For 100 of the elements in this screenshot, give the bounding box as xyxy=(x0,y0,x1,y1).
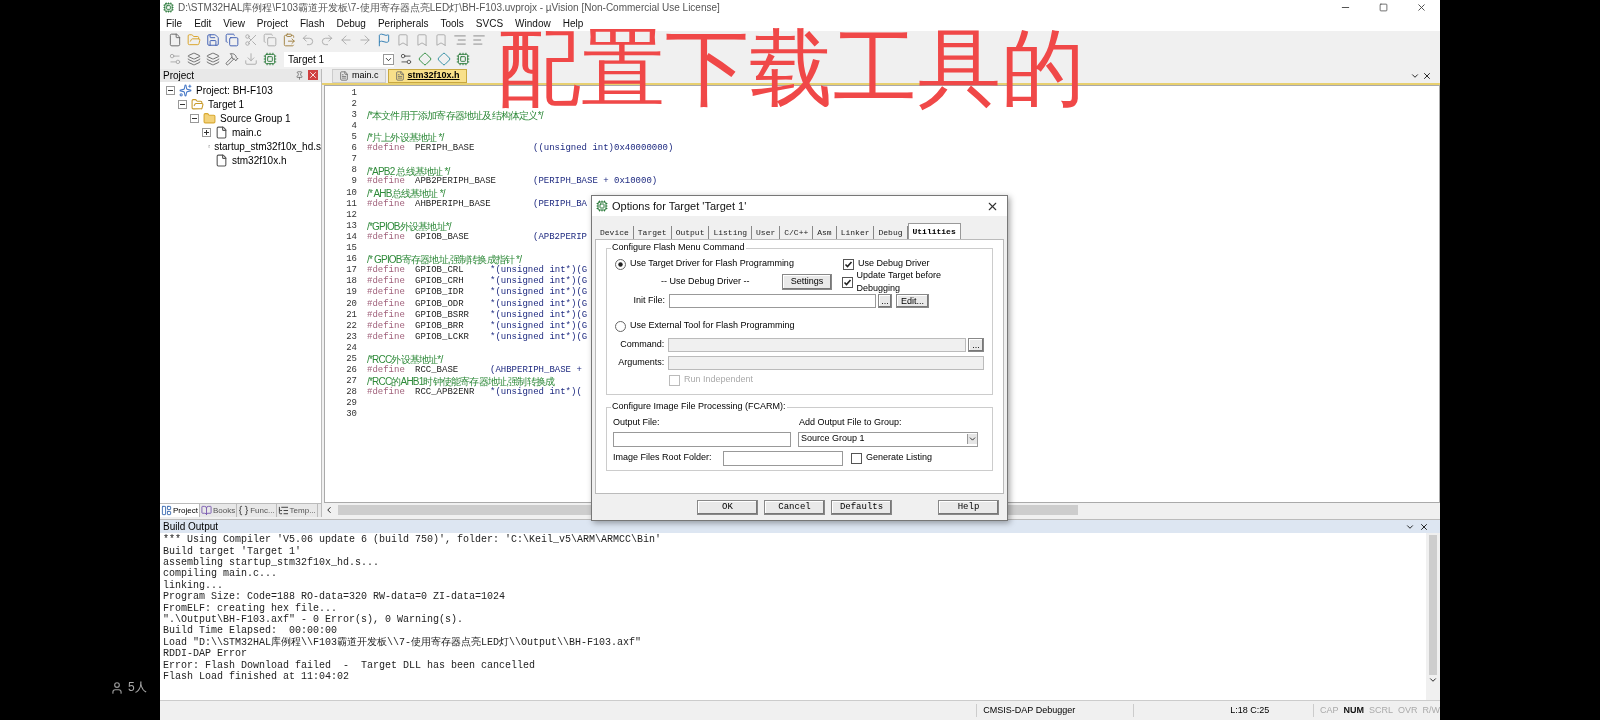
browse-button[interactable]: ... xyxy=(968,337,984,352)
status-indicator: R/W xyxy=(1422,703,1440,717)
scroll-left-icon[interactable] xyxy=(324,505,334,516)
checkbox[interactable] xyxy=(841,276,853,288)
hammer-icon[interactable] xyxy=(225,52,239,67)
panel-title: Build Output xyxy=(163,520,220,534)
radio-button[interactable] xyxy=(615,320,626,332)
redo-icon[interactable] xyxy=(320,33,334,48)
line-number: 18 xyxy=(345,275,358,288)
line-number: 21 xyxy=(345,308,358,322)
checkbox[interactable] xyxy=(851,452,862,464)
option-label: Use Target Driver for Flash Programming xyxy=(630,257,794,271)
maximize-icon[interactable] xyxy=(1379,3,1388,13)
chip-icon[interactable] xyxy=(263,52,277,67)
flag-icon[interactable] xyxy=(377,33,391,48)
tree-item[interactable]: main.c xyxy=(232,125,262,141)
panel-tab[interactable]: Project xyxy=(160,504,200,518)
collapse-icon[interactable] xyxy=(166,86,175,96)
edit-button[interactable]: Edit... xyxy=(896,294,929,308)
menu-item[interactable]: File xyxy=(166,16,183,31)
editor-tab[interactable]: main.c xyxy=(332,68,386,83)
line-number: 16 xyxy=(345,253,358,266)
code-identifier: RCC_APB2ENR xyxy=(415,387,476,400)
dialog-button[interactable]: Cancel xyxy=(764,499,825,515)
code-value: (PERIPH_BASE + 0x10000) xyxy=(533,175,658,189)
chip-icon[interactable] xyxy=(456,52,470,67)
indent-icon[interactable] xyxy=(453,33,467,48)
dialog-button[interactable]: Defaults xyxy=(831,499,892,515)
dialog-button[interactable]: Help xyxy=(938,499,999,515)
project-icon xyxy=(161,505,172,517)
tree-item[interactable]: Target 1 xyxy=(208,97,245,113)
menu-item[interactable]: SVCS xyxy=(475,16,504,31)
line-number: 25 xyxy=(345,352,358,366)
code-identifier: GPIOB_CRL xyxy=(415,265,465,277)
expand-icon[interactable] xyxy=(202,128,211,138)
new-file-icon[interactable] xyxy=(168,33,182,48)
undo-icon[interactable] xyxy=(301,33,315,48)
menu-item[interactable]: Debug xyxy=(336,16,366,31)
save-icon[interactable] xyxy=(206,33,220,48)
group-title: Configure Flash Menu Command xyxy=(611,243,746,252)
open-folder-icon[interactable] xyxy=(187,33,201,48)
code-identifier: GPIOB_IDR xyxy=(415,286,465,300)
code-keyword: #define xyxy=(367,386,406,400)
menu-item[interactable]: Tools xyxy=(440,16,464,31)
target-select[interactable]: Target 1 xyxy=(284,51,394,67)
browse-button[interactable]: ... xyxy=(878,294,892,308)
scrollbar-thumb[interactable] xyxy=(1429,535,1437,676)
cut-icon[interactable] xyxy=(244,33,258,48)
menu-item[interactable]: Peripherals xyxy=(377,16,429,31)
line-number: 1 xyxy=(350,86,358,100)
menu-item[interactable]: Project xyxy=(256,16,288,31)
group-select[interactable]: Source Group 1 xyxy=(798,431,978,447)
dialog-button[interactable]: OK xyxy=(697,499,758,515)
code-identifier: GPIOB_BSRR xyxy=(415,308,470,322)
menu-item[interactable]: Edit xyxy=(194,16,212,31)
settings-button[interactable]: Settings xyxy=(782,274,832,290)
collapse-icon[interactable] xyxy=(190,114,199,124)
copy-icon[interactable] xyxy=(263,33,277,48)
outdent-icon[interactable] xyxy=(472,33,486,48)
code-value: (APB2PERIP xyxy=(533,230,587,244)
init-file-field[interactable] xyxy=(669,294,876,308)
root-folder-field[interactable] xyxy=(723,450,843,466)
panel-tab[interactable]: Books xyxy=(199,504,238,518)
pin-icon[interactable] xyxy=(295,70,304,80)
line-number: 6 xyxy=(350,142,358,155)
output-line: Build target 'Target 1' xyxy=(163,545,302,557)
diamond-icon[interactable] xyxy=(418,52,432,67)
menu-item[interactable]: Flash xyxy=(300,16,325,31)
download-icon[interactable] xyxy=(244,52,258,67)
books-icon xyxy=(200,505,212,517)
editor-tab[interactable]: stm32f10x.h xyxy=(387,68,467,83)
code-value: *(unsigned int*)(G xyxy=(490,286,588,299)
panel-tab[interactable]: Func... xyxy=(237,504,277,518)
output-line: *** Using Compiler 'V5.06 update 6 (build 750)', folder: 'C:\Keil_v5\ARM\ARMCC\Bin' xyxy=(163,534,662,546)
output-file-field[interactable] xyxy=(613,431,791,447)
panel-tab[interactable]: Temp... xyxy=(276,504,318,518)
code-identifier: PERIPH_BASE xyxy=(415,142,476,156)
bookmark-icon[interactable] xyxy=(434,33,448,48)
dialog-tab[interactable]: Utilities xyxy=(907,223,961,239)
tree-item[interactable]: Project: BH-F103 xyxy=(196,83,273,99)
code-value: *(unsigned int*)(G xyxy=(490,308,588,321)
template-icon xyxy=(277,505,289,517)
code-identifier: GPIOB_LCKR xyxy=(415,330,470,344)
diamond-icon[interactable] xyxy=(437,52,451,67)
paste-icon[interactable] xyxy=(282,33,296,48)
checkbox-label: Update Target before Debugging xyxy=(856,268,942,295)
tree-item[interactable]: stm32f10x.h xyxy=(232,153,287,169)
close-icon[interactable] xyxy=(1416,2,1427,14)
close-icon[interactable] xyxy=(1419,521,1429,532)
driver-label: -- Use Debug Driver -- xyxy=(660,275,751,289)
close-icon[interactable] xyxy=(1422,70,1432,81)
radio-button[interactable] xyxy=(615,258,626,270)
code-keyword: #define xyxy=(367,330,406,344)
save-all-icon[interactable] xyxy=(225,33,239,48)
collapse-icon[interactable] xyxy=(178,100,187,110)
menu-item[interactable]: View xyxy=(223,16,245,31)
tree-item[interactable]: startup_stm32f10x_hd.s xyxy=(214,139,321,155)
tree-item[interactable]: Source Group 1 xyxy=(220,111,291,127)
checkbox-label: Generate Listing xyxy=(866,451,933,465)
checkbox[interactable] xyxy=(843,258,854,270)
